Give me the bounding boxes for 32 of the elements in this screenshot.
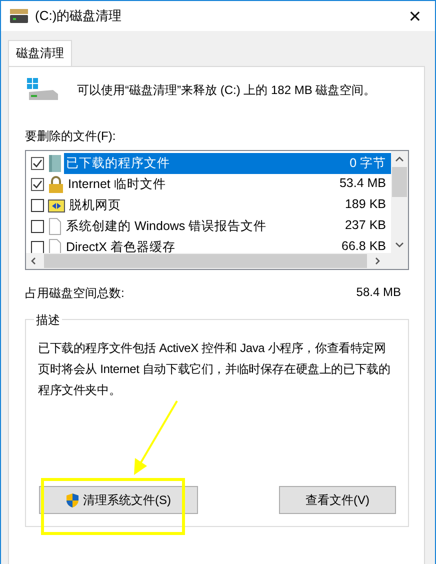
tab[interactable]: 磁盘清理 bbox=[8, 40, 72, 67]
summary-text: 可以使用“磁盘清理”来释放 (C:) 上的 182 MB 磁盘空间。 bbox=[77, 82, 376, 98]
lock-icon bbox=[48, 176, 64, 193]
checkbox[interactable] bbox=[31, 220, 44, 233]
drive-icon bbox=[9, 8, 29, 24]
file-item[interactable]: DirectX 着色器缓存 66.8 KB bbox=[64, 237, 391, 253]
scroll-left-icon[interactable] bbox=[30, 257, 38, 265]
vertical-scrollbar[interactable] bbox=[391, 151, 408, 253]
button[interactable]: 清理系统文件(S) bbox=[39, 486, 198, 514]
scroll-down-icon[interactable] bbox=[395, 242, 404, 248]
button[interactable]: 查看文件(V) bbox=[279, 486, 396, 514]
checkbox[interactable] bbox=[31, 157, 44, 170]
scroll-up-icon[interactable] bbox=[395, 156, 404, 162]
scroll-right-icon[interactable] bbox=[373, 257, 381, 265]
total-label: 占用磁盘空间总数: bbox=[25, 285, 124, 302]
file-item[interactable]: Internet 临时文件 53.4 MB bbox=[66, 174, 391, 195]
window-title: (C:)的磁盘清理 bbox=[35, 7, 123, 25]
file-item[interactable]: 已下载的程序文件 0 字节 bbox=[64, 153, 391, 174]
checkbox[interactable] bbox=[31, 178, 44, 191]
horizontal-scrollbar[interactable] bbox=[26, 253, 408, 269]
checkbox[interactable] bbox=[31, 199, 44, 212]
total-value: 58.4 MB bbox=[356, 285, 401, 301]
group-title: 描述 bbox=[34, 312, 62, 329]
description-text: 已下载的程序文件包括 ActiveX 控件和 Java 小程序，你查看特定网页时将会从 Internet 自动下载它们，并临时保存在硬盘上的已下载的程序文件夹中。 bbox=[38, 340, 392, 399]
file-item[interactable]: 脱机网页 189 KB bbox=[67, 195, 391, 216]
folder-icon bbox=[48, 198, 65, 213]
drive-icon bbox=[27, 78, 59, 102]
close-button[interactable]: ✕ bbox=[395, 1, 435, 31]
files-label: 要删除的文件(F): bbox=[25, 128, 117, 145]
document-icon bbox=[48, 218, 62, 235]
file-item[interactable]: 系统创建的 Windows 错误报告文件 237 KB bbox=[64, 216, 391, 237]
folder-icon bbox=[48, 155, 62, 172]
